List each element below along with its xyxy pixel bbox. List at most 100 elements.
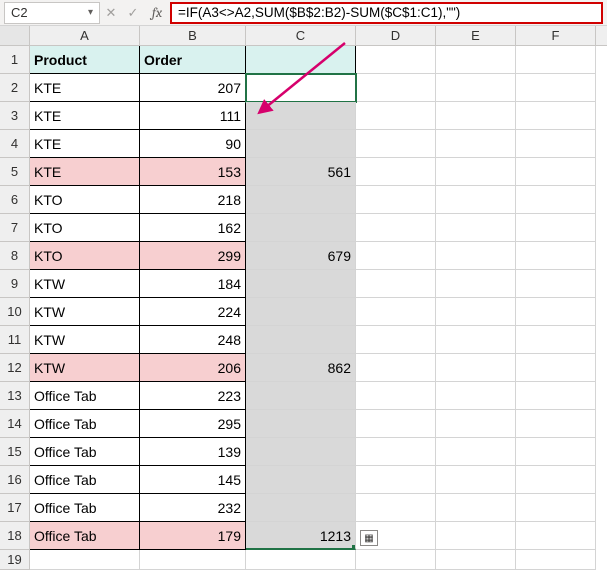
col-header-F[interactable]: F bbox=[516, 26, 596, 45]
row-header[interactable]: 18 bbox=[0, 522, 30, 550]
cell[interactable] bbox=[516, 326, 596, 354]
row-header[interactable]: 1 bbox=[0, 46, 30, 74]
cell[interactable] bbox=[246, 130, 356, 158]
cell[interactable]: 179 bbox=[140, 522, 246, 550]
cell[interactable] bbox=[356, 46, 436, 74]
row-header[interactable]: 4 bbox=[0, 130, 30, 158]
row-header[interactable]: 6 bbox=[0, 186, 30, 214]
cell[interactable] bbox=[436, 522, 516, 550]
cell[interactable] bbox=[436, 74, 516, 102]
cell[interactable]: 223 bbox=[140, 382, 246, 410]
cell[interactable] bbox=[436, 186, 516, 214]
cell[interactable] bbox=[246, 74, 356, 102]
cell[interactable] bbox=[516, 242, 596, 270]
row-header[interactable]: 13 bbox=[0, 382, 30, 410]
cell[interactable] bbox=[356, 186, 436, 214]
col-header-E[interactable]: E bbox=[436, 26, 516, 45]
cell[interactable]: Office Tab bbox=[30, 438, 140, 466]
cell[interactable] bbox=[246, 102, 356, 130]
cell[interactable]: Office Tab bbox=[30, 410, 140, 438]
cell[interactable]: 862 bbox=[246, 354, 356, 382]
row-header[interactable]: 14 bbox=[0, 410, 30, 438]
cell[interactable]: 90 bbox=[140, 130, 246, 158]
cell[interactable] bbox=[246, 270, 356, 298]
cell[interactable] bbox=[356, 242, 436, 270]
cell[interactable] bbox=[356, 550, 436, 570]
cell[interactable] bbox=[516, 382, 596, 410]
cell[interactable]: 232 bbox=[140, 494, 246, 522]
cell[interactable] bbox=[356, 74, 436, 102]
cell[interactable] bbox=[516, 522, 596, 550]
cell[interactable] bbox=[436, 494, 516, 522]
row-header[interactable]: 10 bbox=[0, 298, 30, 326]
cell[interactable]: 299 bbox=[140, 242, 246, 270]
cell[interactable] bbox=[246, 214, 356, 242]
chevron-down-icon[interactable]: ▾ bbox=[88, 7, 93, 18]
cell[interactable]: 162 bbox=[140, 214, 246, 242]
select-all-corner[interactable] bbox=[0, 26, 30, 45]
cell[interactable]: 184 bbox=[140, 270, 246, 298]
cell[interactable] bbox=[516, 466, 596, 494]
row-header[interactable]: 3 bbox=[0, 102, 30, 130]
cell[interactable]: 1213 bbox=[246, 522, 356, 550]
cell[interactable] bbox=[436, 326, 516, 354]
fill-handle[interactable] bbox=[352, 545, 356, 550]
col-header-A[interactable]: A bbox=[30, 26, 140, 45]
col-header-C[interactable]: C bbox=[246, 26, 356, 45]
cell[interactable]: Order bbox=[140, 46, 246, 74]
cell[interactable] bbox=[356, 354, 436, 382]
cell[interactable] bbox=[246, 494, 356, 522]
cell[interactable] bbox=[516, 74, 596, 102]
cell[interactable] bbox=[356, 466, 436, 494]
cell[interactable] bbox=[246, 46, 356, 74]
cell[interactable] bbox=[436, 130, 516, 158]
cell[interactable] bbox=[140, 550, 246, 570]
cell[interactable] bbox=[246, 550, 356, 570]
cell[interactable] bbox=[516, 214, 596, 242]
cell[interactable] bbox=[356, 214, 436, 242]
cell[interactable]: KTO bbox=[30, 186, 140, 214]
cell[interactable]: KTW bbox=[30, 354, 140, 382]
cell[interactable] bbox=[356, 130, 436, 158]
cell[interactable] bbox=[436, 382, 516, 410]
cell[interactable] bbox=[436, 298, 516, 326]
cell[interactable]: KTE bbox=[30, 158, 140, 186]
cell[interactable] bbox=[356, 102, 436, 130]
row-header[interactable]: 8 bbox=[0, 242, 30, 270]
cell[interactable] bbox=[356, 270, 436, 298]
cell[interactable] bbox=[436, 158, 516, 186]
cell[interactable] bbox=[436, 46, 516, 74]
cell[interactable] bbox=[516, 410, 596, 438]
cell[interactable] bbox=[516, 270, 596, 298]
cell[interactable] bbox=[436, 410, 516, 438]
cell[interactable]: 561 bbox=[246, 158, 356, 186]
cell[interactable] bbox=[30, 550, 140, 570]
cell[interactable] bbox=[516, 298, 596, 326]
cell[interactable] bbox=[516, 550, 596, 570]
cell[interactable] bbox=[516, 130, 596, 158]
cell[interactable]: 206 bbox=[140, 354, 246, 382]
row-header[interactable]: 11 bbox=[0, 326, 30, 354]
row-header[interactable]: 2 bbox=[0, 74, 30, 102]
cell[interactable] bbox=[356, 298, 436, 326]
cell[interactable]: Office Tab bbox=[30, 382, 140, 410]
cell[interactable] bbox=[436, 550, 516, 570]
cell[interactable] bbox=[516, 158, 596, 186]
cell[interactable] bbox=[436, 438, 516, 466]
cell[interactable]: 248 bbox=[140, 326, 246, 354]
cell[interactable] bbox=[246, 326, 356, 354]
row-header[interactable]: 9 bbox=[0, 270, 30, 298]
cell[interactable] bbox=[356, 158, 436, 186]
cell[interactable]: KTW bbox=[30, 326, 140, 354]
col-header-B[interactable]: B bbox=[140, 26, 246, 45]
cell[interactable] bbox=[516, 46, 596, 74]
name-box[interactable]: C2 ▾ bbox=[4, 2, 100, 24]
cell[interactable]: 111 bbox=[140, 102, 246, 130]
cell[interactable] bbox=[246, 466, 356, 494]
cell[interactable]: KTE bbox=[30, 130, 140, 158]
cell[interactable] bbox=[516, 354, 596, 382]
cell[interactable] bbox=[436, 242, 516, 270]
cell[interactable]: 145 bbox=[140, 466, 246, 494]
cell[interactable] bbox=[246, 438, 356, 466]
cell[interactable]: 139 bbox=[140, 438, 246, 466]
